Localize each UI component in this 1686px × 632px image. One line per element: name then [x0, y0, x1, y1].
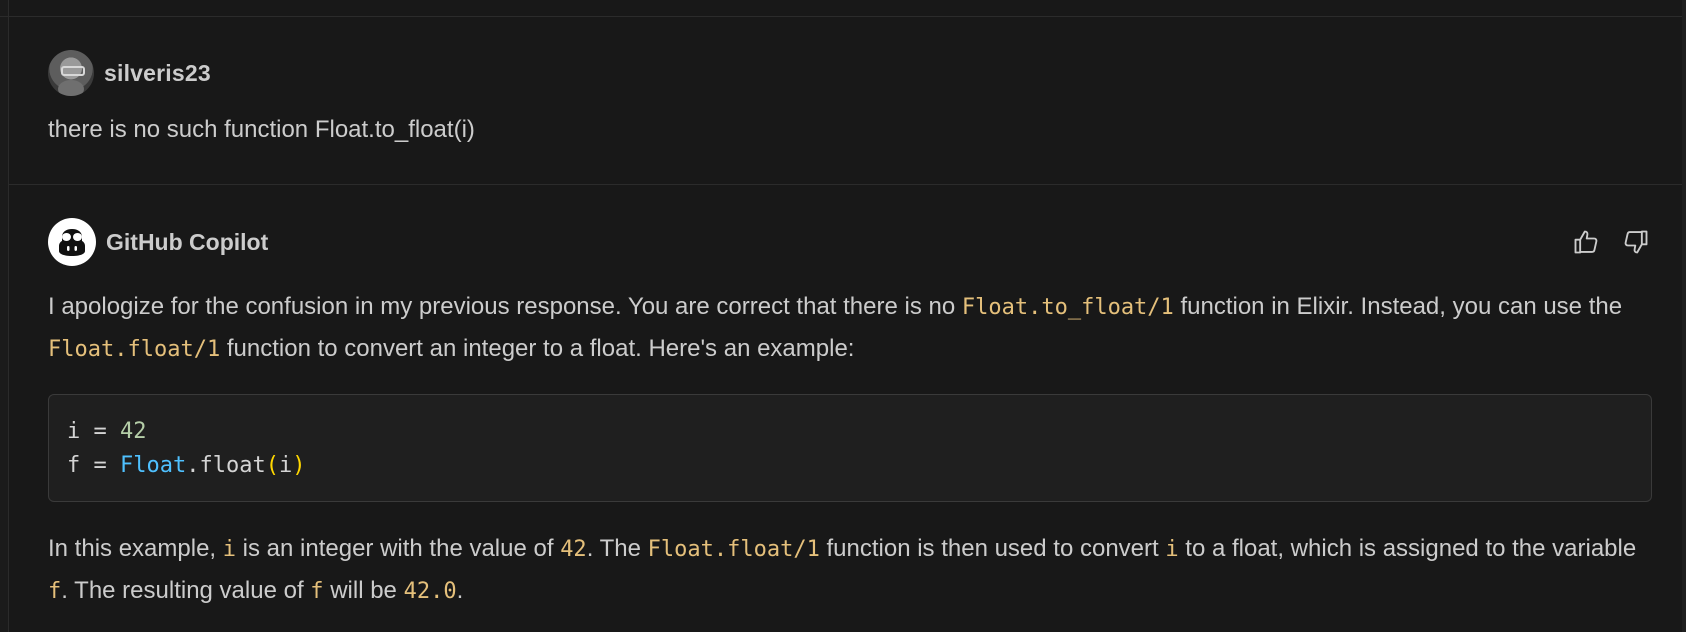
code-token: Float — [120, 453, 187, 478]
code-line-1: i = 42 — [67, 415, 1633, 449]
copilot-message: GitHub Copilot I apologize for the confu… — [48, 218, 1652, 612]
code-token: = — [80, 419, 120, 444]
chat-panel: silveris23 there is no such function Flo… — [0, 0, 1686, 632]
user-message-text: there is no such function Float.to_float… — [48, 116, 475, 143]
inline-code: 42 — [560, 537, 587, 562]
code-token: = — [80, 453, 120, 478]
code-token: i — [67, 419, 81, 444]
copilot-icon — [48, 218, 96, 266]
code-token: ( — [265, 453, 279, 478]
code-block[interactable]: i = 42 f = Float.float(i) — [48, 394, 1652, 502]
text: I apologize for the confusion in my prev… — [48, 293, 962, 320]
user-message: silveris23 there is no such function Flo… — [48, 50, 1648, 145]
text: function to convert an integer to a floa… — [220, 335, 855, 362]
copilot-paragraph-1: I apologize for the confusion in my prev… — [48, 286, 1652, 370]
inline-code: Float.float/1 — [48, 337, 221, 362]
thumbs-up-icon[interactable] — [1570, 226, 1602, 258]
code-token: f — [67, 453, 81, 478]
code-token: i — [278, 453, 293, 478]
inline-code: f — [48, 579, 62, 604]
text: In this example, — [48, 535, 223, 562]
user-message-header: silveris23 — [48, 50, 1648, 96]
code-token: .float — [186, 453, 266, 478]
inline-code: 42.0 — [403, 579, 457, 604]
inline-code: i — [1165, 537, 1179, 562]
feedback-buttons — [1570, 226, 1652, 258]
copilot-paragraph-2: In this example, i is an integer with th… — [48, 528, 1652, 612]
text: . The resulting value of — [61, 577, 311, 604]
top-divider — [0, 16, 1686, 17]
inline-code: Float.float/1 — [647, 537, 820, 562]
text: will be — [323, 577, 404, 604]
inline-code: Float.to_float/1 — [961, 295, 1174, 320]
inline-code: i — [222, 537, 236, 562]
inline-code: f — [310, 579, 324, 604]
username: silveris23 — [104, 59, 211, 86]
panel-left-border — [0, 0, 9, 632]
code-token: 42 — [120, 419, 147, 444]
text: . The — [586, 535, 648, 562]
text: function is then used to convert — [819, 535, 1166, 562]
thumbs-down-icon[interactable] — [1620, 226, 1652, 258]
message-divider — [8, 184, 1686, 185]
text: to a float, which is assigned to the var… — [1178, 535, 1637, 562]
text: is an integer with the value of — [236, 535, 561, 562]
code-line-2: f = Float.float(i) — [67, 449, 1633, 483]
copilot-message-header: GitHub Copilot — [48, 218, 1652, 266]
code-token: ) — [292, 453, 306, 478]
text: . — [456, 577, 464, 604]
scrollbar[interactable] — [1682, 0, 1686, 632]
copilot-name: GitHub Copilot — [106, 228, 269, 255]
avatar-icon — [48, 50, 94, 96]
text: function in Elixir. Instead, you can use… — [1173, 293, 1623, 320]
